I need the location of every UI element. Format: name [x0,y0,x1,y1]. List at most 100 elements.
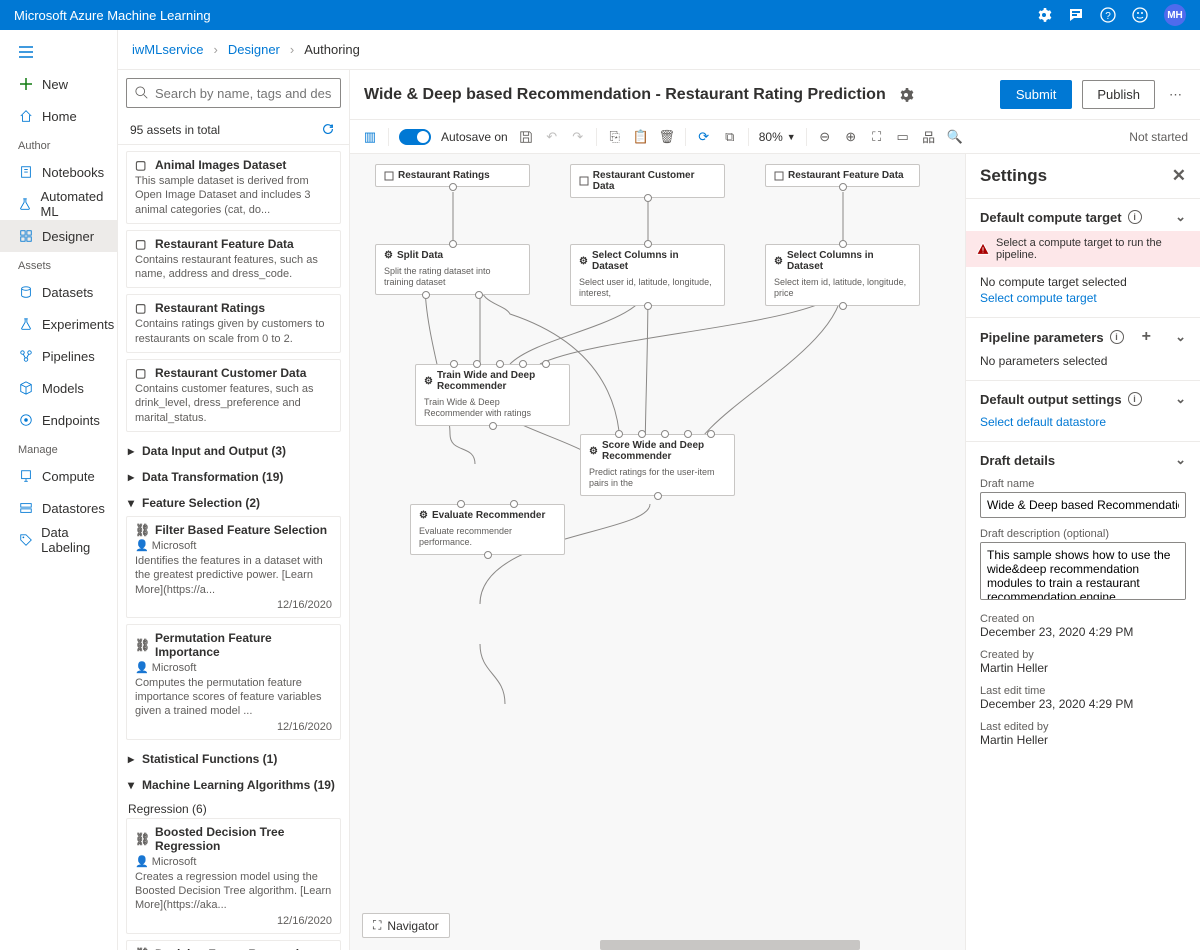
select-datastore-link[interactable]: Select default datastore [980,415,1186,429]
layout-icon[interactable]: 品 [921,129,937,145]
hamburger-icon[interactable] [0,36,117,68]
clone-icon[interactable]: ⧉ [722,129,738,145]
breadcrumb-item[interactable]: Designer [228,42,280,57]
select-compute-link[interactable]: Select compute target [980,291,1186,305]
category-header[interactable]: ▾Machine Learning Algorithms (19) [126,772,341,798]
nav-item-notebooks[interactable]: Notebooks [0,156,117,188]
nav-item-home[interactable]: Home [0,100,117,132]
autosave-toggle[interactable] [399,129,431,145]
canvas-node[interactable]: ⚙ Select Columns in Dataset Select user … [570,244,725,306]
paste-icon[interactable]: 📋 [633,129,649,145]
nav-item-datastores[interactable]: Datastores [0,492,117,524]
chevron-down-icon[interactable]: ⌄ [1175,391,1186,407]
save-icon[interactable] [518,129,534,145]
close-icon[interactable]: ✕ [1172,166,1186,186]
settings-title: Settings [980,166,1047,186]
nav-section-assets: Assets [0,252,117,276]
delete-icon[interactable]: 🗑 [659,129,675,145]
copy-icon[interactable]: ⎘ [607,129,623,145]
gear-icon[interactable] [1036,7,1052,23]
caret-icon: ▸ [128,444,138,458]
module-card[interactable]: ▢Restaurant Feature DataContains restaur… [126,230,341,289]
actual-size-icon[interactable]: ▭ [895,129,911,145]
info-icon[interactable]: i [1128,392,1142,406]
settings-gear-icon[interactable] [898,87,914,103]
module-card[interactable]: ⛓Boosted Decision Tree Regression👤 Micro… [126,818,341,934]
smile-icon[interactable] [1132,7,1148,23]
module-author: 👤 Microsoft [135,539,332,552]
module-date: 12/16/2020 [135,599,332,611]
module-card[interactable]: ▢Restaurant RatingsContains ratings give… [126,294,341,353]
output-settings-label: Default output settings [980,392,1122,407]
zoom-in-icon[interactable]: ⊕ [843,129,859,145]
canvas-node[interactable]: Restaurant Feature Data [765,164,920,187]
submit-button[interactable]: Submit [1000,80,1072,109]
canvas-node[interactable]: ⚙ Select Columns in Dataset Select item … [765,244,920,306]
module-palette: 95 assets in total ▢Animal Images Datase… [118,70,350,950]
nav-item-pipelines[interactable]: Pipelines [0,340,117,372]
category-header[interactable]: ▸Data Input and Output (3) [126,438,341,464]
canvas[interactable]: Restaurant Ratings Restaurant Customer D… [350,154,965,950]
refresh-icon[interactable] [321,122,337,138]
nav-item-endpoints[interactable]: Endpoints [0,404,117,436]
feedback-icon[interactable] [1068,7,1084,23]
module-card[interactable]: ▢Restaurant Customer DataContains custom… [126,359,341,432]
module-icon: ⛓ [135,832,149,846]
module-card[interactable]: ⛓Filter Based Feature Selection👤 Microso… [126,516,341,618]
module-card[interactable]: ▢Animal Images DatasetThis sample datase… [126,151,341,224]
add-icon[interactable]: + [1142,328,1151,346]
module-desc: Creates a regression model using the Boo… [135,870,332,913]
module-desc: Contains customer features, such as drin… [135,382,332,425]
canvas-node[interactable]: Restaurant Ratings [375,164,530,187]
module-card[interactable]: ⛓Decision Forest Regression👤 MicrosoftCr… [126,940,341,950]
canvas-node[interactable]: ⚙ Train Wide and Deep Recommender Train … [415,364,570,426]
avatar[interactable]: MH [1164,4,1186,26]
more-icon[interactable]: ⋯ [1165,83,1186,107]
notebook-icon [18,164,34,180]
publish-button[interactable]: Publish [1082,80,1155,109]
refresh-canvas-icon[interactable]: ⟳ [696,129,712,145]
nav-item-compute[interactable]: Compute [0,460,117,492]
canvas-node[interactable]: ⚙ Split Data Split the rating dataset in… [375,244,530,295]
module-icon: ▢ [135,237,149,251]
category-header[interactable]: ▸Data Transformation (19) [126,464,341,490]
created-by-value: Martin Heller [980,661,1186,675]
draft-name-input[interactable] [980,492,1186,518]
search-input[interactable] [126,78,341,108]
chevron-down-icon[interactable]: ⌄ [1175,452,1186,468]
chevron-right-icon: › [290,42,294,57]
category-header[interactable]: ▾Feature Selection (2) [126,490,341,516]
navigator-button[interactable]: ⛶ Navigator [362,913,450,938]
help-icon[interactable]: ? [1100,7,1116,23]
nav-item-automated-ml[interactable]: Automated ML [0,188,117,220]
module-card[interactable]: ⛓Permutation Feature Importance👤 Microso… [126,624,341,740]
redo-icon[interactable]: ↷ [570,129,586,145]
horizontal-scrollbar[interactable] [600,940,860,950]
canvas-node[interactable]: ⚙ Evaluate Recommender Evaluate recommen… [410,504,565,555]
nav-item-new[interactable]: New [0,68,117,100]
edit-time-value: December 23, 2020 4:29 PM [980,697,1186,711]
draft-desc-input[interactable] [980,542,1186,600]
cube-icon [18,380,34,396]
canvas-node[interactable]: Restaurant Customer Data [570,164,725,198]
zoom-level[interactable]: 80% ▼ [759,130,796,144]
chevron-down-icon[interactable]: ⌄ [1175,329,1186,345]
edited-by-value: Martin Heller [980,733,1186,747]
breadcrumb-item[interactable]: iwMLservice [132,42,204,57]
nav-item-designer[interactable]: Designer [0,220,117,252]
zoom-out-icon[interactable]: ⊖ [817,129,833,145]
nav-item-data-labeling[interactable]: Data Labeling [0,524,117,556]
category-header[interactable]: ▸Statistical Functions (1) [126,746,341,772]
nav-item-models[interactable]: Models [0,372,117,404]
info-icon[interactable]: i [1110,330,1124,344]
panel-icon[interactable]: ▥ [362,129,378,145]
info-icon[interactable]: i [1128,210,1142,224]
chevron-down-icon[interactable]: ⌄ [1175,209,1186,225]
canvas-node[interactable]: ⚙ Score Wide and Deep Recommender Predic… [580,434,735,496]
nav-item-datasets[interactable]: Datasets [0,276,117,308]
fit-icon[interactable]: ⛶ [869,129,885,145]
flask-icon [18,316,34,332]
undo-icon[interactable]: ↶ [544,129,560,145]
search-canvas-icon[interactable]: 🔍 [947,129,963,145]
nav-item-experiments[interactable]: Experiments [0,308,117,340]
